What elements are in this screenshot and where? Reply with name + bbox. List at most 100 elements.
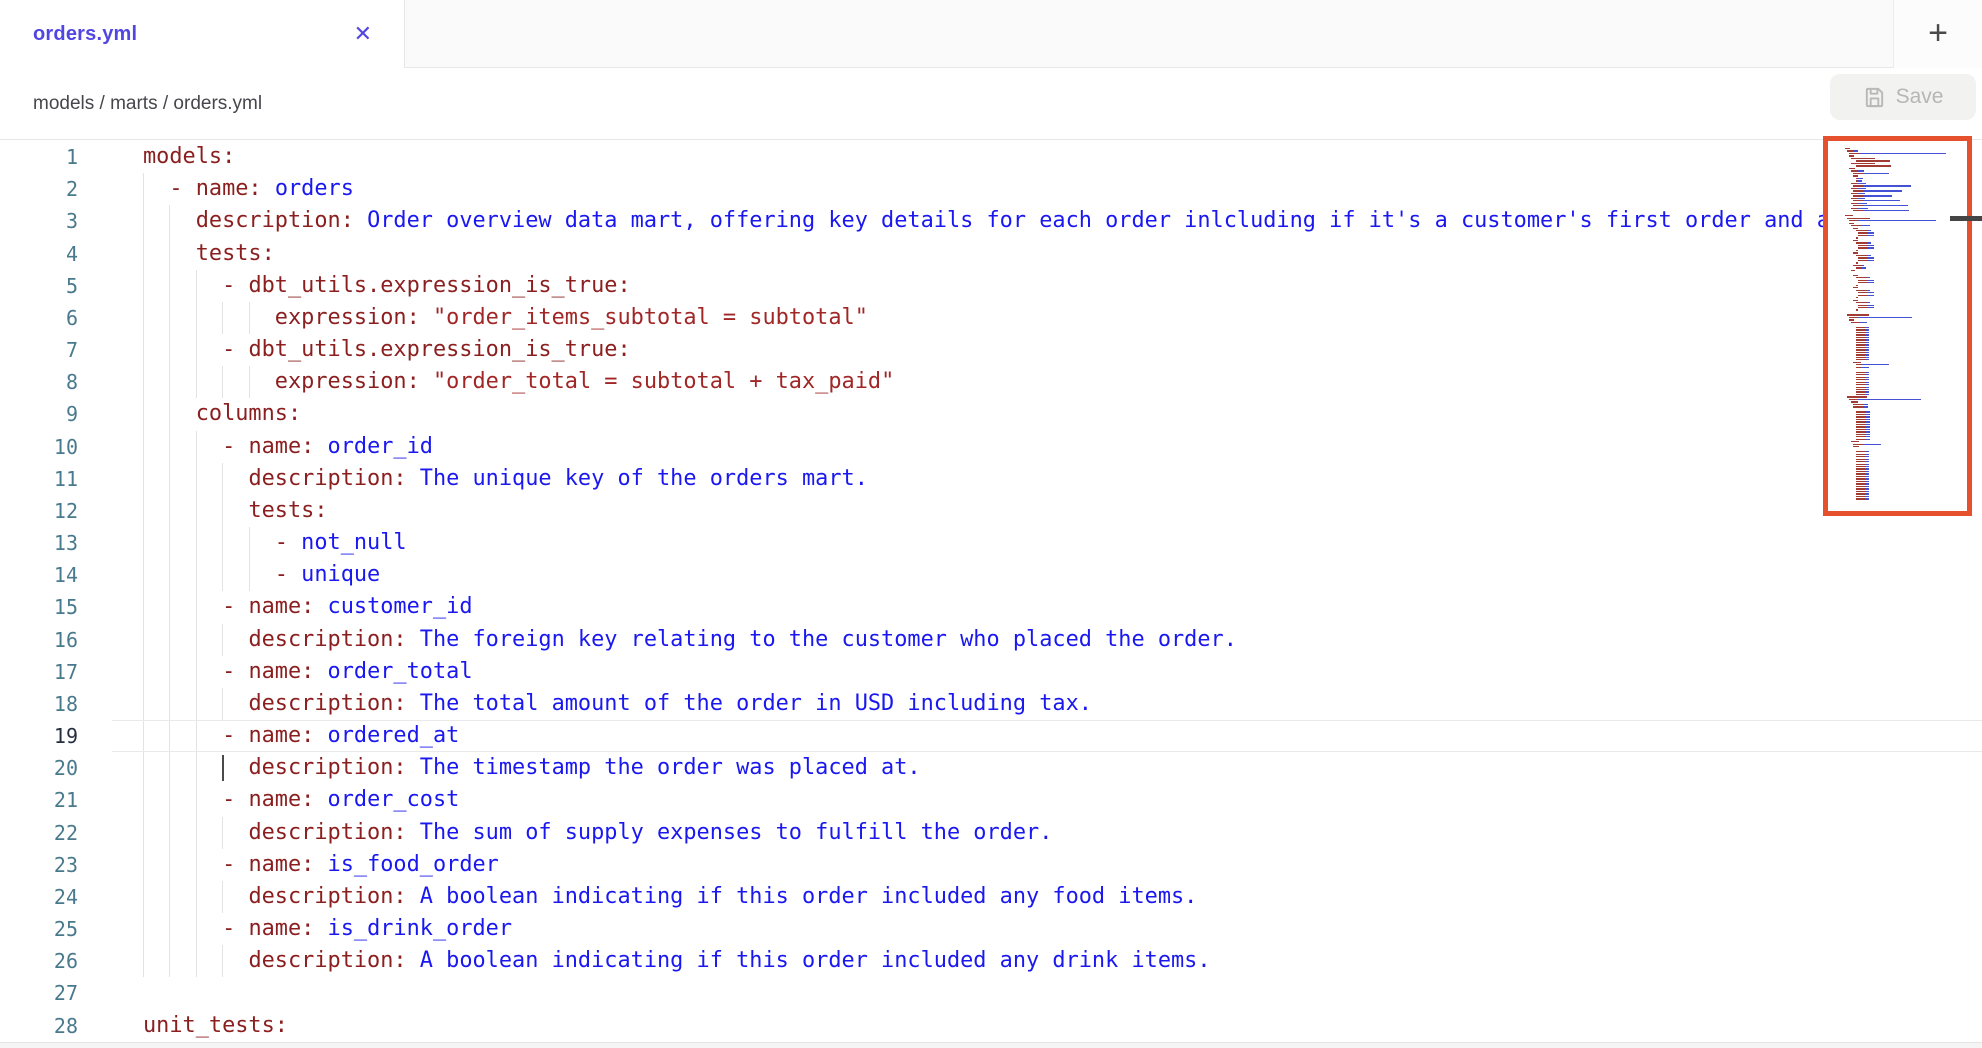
minimap-line: [1856, 434, 1964, 435]
minimap-line: [1849, 153, 1963, 154]
minimap-line: [1849, 317, 1963, 318]
code-line[interactable]: 17 - name: order_total: [0, 656, 1982, 688]
tab-title: orders.yml: [33, 23, 137, 46]
code-text: description: The unique key of the order…: [143, 463, 868, 495]
code-line[interactable]: 8 expression: "order_total = subtotal + …: [0, 366, 1982, 398]
tab-orders-yml[interactable]: orders.yml ✕: [0, 0, 405, 68]
code-line[interactable]: 11 description: The unique key of the or…: [0, 463, 1982, 495]
minimap-line: [1856, 464, 1964, 465]
minimap-line: [1851, 183, 1963, 184]
code-line[interactable]: 15 - name: customer_id: [0, 591, 1982, 623]
minimap-line: [1849, 155, 1963, 156]
code-line[interactable]: 27: [0, 977, 1982, 1009]
code-line[interactable]: 13 - not_null: [0, 527, 1982, 559]
code-line[interactable]: 22 description: The sum of supply expens…: [0, 817, 1982, 849]
line-number: 6: [0, 302, 78, 334]
code-line[interactable]: 4 tests:: [0, 238, 1982, 270]
code-line[interactable]: 21 - name: order_cost: [0, 784, 1982, 816]
minimap-line: [1856, 461, 1964, 462]
code-line[interactable]: 23 - name: is_food_order: [0, 849, 1982, 881]
close-icon[interactable]: ✕: [354, 23, 372, 45]
minimap-line: [1856, 354, 1964, 355]
line-number: 26: [0, 945, 78, 977]
code-line[interactable]: 16 description: The foreign key relating…: [0, 624, 1982, 656]
minimap-line: [1856, 498, 1964, 499]
code-line[interactable]: 12 tests:: [0, 495, 1982, 527]
code-text: description: A boolean indicating if thi…: [143, 945, 1211, 977]
code-text: tests:: [143, 495, 328, 527]
minimap-line: [1845, 148, 1963, 149]
code-text: unit_tests:: [143, 1010, 288, 1042]
minimap-line: [1856, 478, 1964, 479]
minimap-line: [1856, 476, 1964, 477]
minimap-line: [1856, 493, 1964, 494]
code-text: - dbt_utils.expression_is_true:: [143, 334, 631, 366]
minimap-line: [1853, 175, 1963, 176]
code-line[interactable]: 19 - name: ordered_at: [0, 720, 1982, 752]
minimap-line: [1856, 451, 1964, 452]
code-line[interactable]: 24 description: A boolean indicating if …: [0, 881, 1982, 913]
minimap-line: [1856, 419, 1964, 420]
minimap-line: [1856, 394, 1964, 395]
line-number: 13: [0, 527, 78, 559]
minimap-line: [1856, 372, 1964, 373]
code-text: - name: order_id: [143, 431, 433, 463]
line-number: 3: [0, 205, 78, 237]
code-line[interactable]: 5 - dbt_utils.expression_is_true:: [0, 270, 1982, 302]
line-number: 22: [0, 817, 78, 849]
minimap-line: [1856, 481, 1964, 482]
line-number: 16: [0, 624, 78, 656]
minimap-line: [1856, 344, 1964, 345]
minimap-line: [1847, 218, 1963, 219]
line-number: 20: [0, 752, 78, 784]
minimap-line: [1858, 307, 1963, 308]
minimap-line: [1856, 347, 1964, 348]
minimap-scroll-marker[interactable]: [1950, 216, 1982, 221]
code-line[interactable]: 2 - name: orders: [0, 173, 1982, 205]
code-line[interactable]: 26 description: A boolean indicating if …: [0, 945, 1982, 977]
ide-window: orders.yml ✕ + models / marts / orders.y…: [0, 0, 1982, 1048]
minimap-line: [1856, 250, 1964, 251]
code-line[interactable]: 7 - dbt_utils.expression_is_true:: [0, 334, 1982, 366]
code-line[interactable]: 10 - name: order_id: [0, 431, 1982, 463]
code-line[interactable]: 18 description: The total amount of the …: [0, 688, 1982, 720]
minimap-line: [1851, 170, 1963, 171]
code-line[interactable]: 6 expression: "order_items_subtotal = su…: [0, 302, 1982, 334]
minimap-line: [1853, 300, 1963, 301]
minimap-line: [1856, 297, 1964, 298]
horizontal-scrollbar-track[interactable]: [0, 1042, 1982, 1048]
minimap-line: [1856, 359, 1964, 360]
code-line[interactable]: 25 - name: is_drink_order: [0, 913, 1982, 945]
code-line[interactable]: 28unit_tests:: [0, 1010, 1982, 1042]
code-text: description: A boolean indicating if thi…: [143, 881, 1197, 913]
line-number: 4: [0, 238, 78, 270]
code-text: description: The timestamp the order was…: [143, 752, 921, 784]
minimap-line: [1856, 387, 1964, 388]
minimap-line: [1853, 190, 1963, 191]
code-line[interactable]: 9 columns:: [0, 398, 1982, 430]
minimap-line: [1853, 210, 1963, 211]
save-button[interactable]: Save: [1830, 74, 1976, 120]
minimap-line: [1856, 459, 1964, 460]
minimap-line: [1847, 314, 1963, 315]
code-line[interactable]: 3 description: Order overview data mart,…: [0, 205, 1982, 237]
code-line[interactable]: 1models:: [0, 141, 1982, 173]
code-editor[interactable]: 1models:2 - name: orders3 description: O…: [0, 140, 1982, 1048]
code-line[interactable]: 20 description: The timestamp the order …: [0, 752, 1982, 784]
minimap-line: [1858, 282, 1963, 283]
minimap-line: [1856, 436, 1964, 437]
code-line[interactable]: 14 - unique: [0, 559, 1982, 591]
minimap-line: [1853, 287, 1963, 288]
code-text: - unique: [143, 559, 380, 591]
minimap-line: [1856, 290, 1964, 291]
minimap-line: [1853, 185, 1963, 186]
code-text: description: The sum of supply expenses …: [143, 817, 1052, 849]
new-tab-button[interactable]: +: [1893, 0, 1982, 68]
minimap-line: [1856, 364, 1964, 365]
minimap-line: [1853, 404, 1963, 405]
code-text: expression: "order_items_subtotal = subt…: [143, 302, 868, 334]
minimap-line: [1856, 267, 1964, 268]
minimap[interactable]: [1823, 136, 1972, 516]
minimap-line: [1858, 280, 1963, 281]
line-number: 12: [0, 495, 78, 527]
